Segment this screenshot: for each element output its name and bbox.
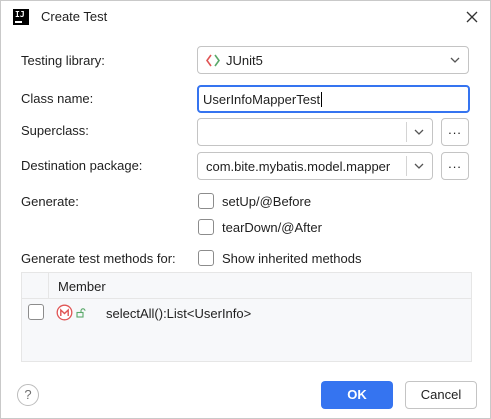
public-lock-icon xyxy=(76,308,86,318)
teardown-checkbox-label[interactable]: tearDown/@After xyxy=(222,220,322,235)
testing-library-label: Testing library: xyxy=(21,53,105,68)
table-row[interactable]: selectAll():List<UserInfo> xyxy=(22,300,471,326)
testing-library-select[interactable]: JUnit5 xyxy=(197,46,469,74)
members-table: Member selectAll():List<UserInfo> xyxy=(21,272,472,362)
superclass-combo[interactable] xyxy=(197,118,433,146)
class-name-label: Class name: xyxy=(21,91,94,106)
setup-checkbox-label[interactable]: setUp/@Before xyxy=(222,194,311,209)
setup-checkbox[interactable] xyxy=(198,193,214,209)
create-test-dialog: IJ Create Test Testing library: JUnit5 C… xyxy=(0,0,491,419)
member-name: selectAll():List<UserInfo> xyxy=(106,306,252,321)
teardown-checkbox[interactable] xyxy=(198,219,214,235)
superclass-label: Superclass: xyxy=(21,123,89,138)
show-inherited-checkbox[interactable] xyxy=(198,250,214,266)
destination-package-combo[interactable]: com.bite.mybatis.model.mapper xyxy=(197,152,433,180)
title-bar: IJ Create Test xyxy=(1,1,490,33)
class-name-value: UserInfoMapperTest xyxy=(203,92,323,107)
show-inherited-label[interactable]: Show inherited methods xyxy=(222,251,361,266)
close-icon xyxy=(466,11,478,23)
intellij-app-icon: IJ xyxy=(13,9,29,25)
table-header: Member xyxy=(22,273,471,299)
superclass-browse-button[interactable]: ... xyxy=(441,118,469,146)
methods-for-label: Generate test methods for: xyxy=(21,251,176,266)
cancel-button[interactable]: Cancel xyxy=(405,381,477,409)
member-checkbox[interactable] xyxy=(28,304,44,320)
member-column-header[interactable]: Member xyxy=(58,279,106,294)
testing-library-value: JUnit5 xyxy=(226,53,263,68)
chevron-down-icon xyxy=(414,129,424,135)
destination-package-value: com.bite.mybatis.model.mapper xyxy=(206,159,391,174)
chevron-down-icon xyxy=(414,163,424,169)
generate-label: Generate: xyxy=(21,194,79,209)
destination-package-browse-button[interactable]: ... xyxy=(441,152,469,180)
ok-button[interactable]: OK xyxy=(321,381,393,409)
destination-package-label: Destination package: xyxy=(21,158,143,173)
chevron-down-icon xyxy=(450,57,460,63)
help-button[interactable]: ? xyxy=(17,384,39,406)
close-button[interactable] xyxy=(462,7,482,27)
class-name-input[interactable]: UserInfoMapperTest xyxy=(197,85,470,113)
method-icon xyxy=(56,304,73,321)
junit-icon xyxy=(206,54,220,67)
dialog-title: Create Test xyxy=(41,9,108,24)
